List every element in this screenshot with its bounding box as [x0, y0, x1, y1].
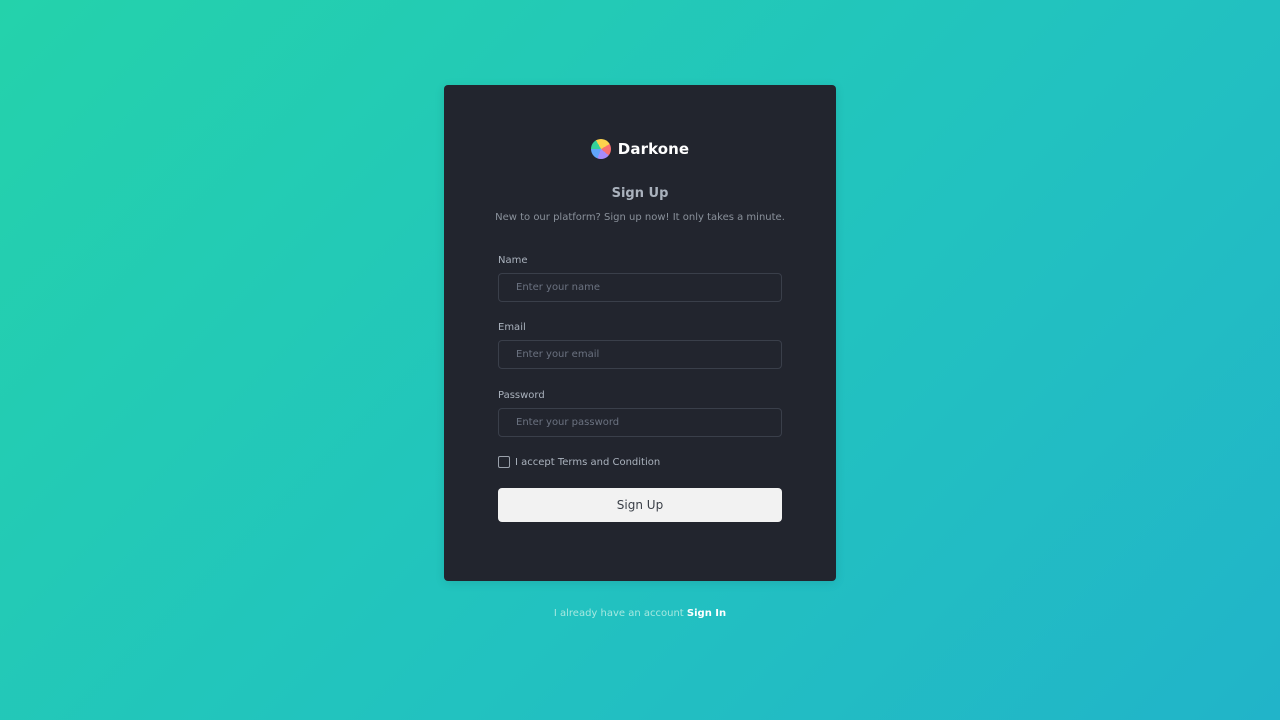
sign-in-link[interactable]: Sign In	[687, 608, 726, 619]
brand: Darkone	[444, 139, 836, 159]
form-subtitle: New to our platform? Sign up now! It onl…	[495, 212, 785, 223]
name-label: Name	[498, 255, 528, 266]
footer: I already have an account Sign In	[0, 608, 1280, 619]
terms-row: I accept Terms and Condition	[498, 456, 660, 468]
email-label: Email	[498, 322, 526, 333]
name-input[interactable]	[498, 273, 782, 302]
signup-card: Darkone Sign Up New to our platform? Sig…	[444, 85, 836, 581]
signup-button[interactable]: Sign Up	[498, 488, 782, 522]
terms-checkbox[interactable]	[498, 456, 510, 468]
footer-text: I already have an account	[553, 608, 684, 619]
colorful-circle-logo-icon	[590, 139, 611, 159]
email-input[interactable]	[498, 340, 782, 369]
password-input[interactable]	[498, 408, 782, 437]
form-title: Sign Up	[611, 186, 669, 201]
terms-label[interactable]: I accept Terms and Condition	[515, 457, 660, 468]
brand-name: Darkone	[617, 140, 690, 158]
password-label: Password	[498, 390, 545, 401]
